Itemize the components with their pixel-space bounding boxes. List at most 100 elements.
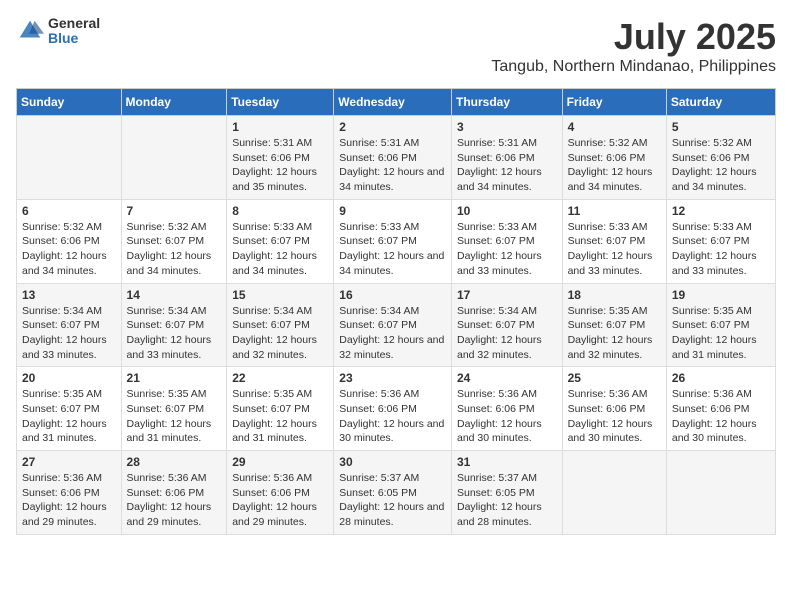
page-header: General Blue July 2025 Tangub, Northern … [16,16,776,76]
header-day-thursday: Thursday [451,89,562,116]
calendar-cell: 12 Sunrise: 5:33 AM Sunset: 6:07 PM Dayli… [666,199,775,283]
day-info: Sunrise: 5:33 AM Sunset: 6:07 PM Dayligh… [339,220,446,279]
logo-text: General Blue [48,16,100,47]
logo-general: General [48,16,100,31]
calendar-cell: 10 Sunrise: 5:33 AM Sunset: 6:07 PM Dayli… [451,199,562,283]
day-info: Sunrise: 5:35 AM Sunset: 6:07 PM Dayligh… [568,304,661,363]
calendar-cell: 26Sunrise: 5:36 AM Sunset: 6:06 PM Dayli… [666,367,775,451]
day-number: 4 [568,120,661,134]
day-info: Sunrise: 5:34 AM Sunset: 6:07 PM Dayligh… [457,304,557,363]
calendar-cell: 22Sunrise: 5:35 AM Sunset: 6:07 PM Dayli… [227,367,334,451]
calendar-cell: 29Sunrise: 5:36 AM Sunset: 6:06 PM Dayli… [227,451,334,535]
day-info: Sunrise: 5:31 AM Sunset: 6:06 PM Dayligh… [232,136,328,195]
day-info: Sunrise: 5:33 AM Sunset: 6:07 PM Dayligh… [457,220,557,279]
day-info: Sunrise: 5:36 AM Sunset: 6:06 PM Dayligh… [568,387,661,446]
calendar-cell: 13 Sunrise: 5:34 AM Sunset: 6:07 PM Dayli… [17,283,122,367]
header-day-tuesday: Tuesday [227,89,334,116]
calendar-cell: 19 Sunrise: 5:35 AM Sunset: 6:07 PM Dayli… [666,283,775,367]
day-number: 24 [457,371,557,385]
day-number: 1 [232,120,328,134]
calendar-cell: 27Sunrise: 5:36 AM Sunset: 6:06 PM Dayli… [17,451,122,535]
main-title: July 2025 [491,16,776,58]
day-info: Sunrise: 5:32 AM Sunset: 6:06 PM Dayligh… [672,136,770,195]
day-info: Sunrise: 5:32 AM Sunset: 6:06 PM Dayligh… [568,136,661,195]
day-number: 30 [339,455,446,469]
calendar-cell: 18 Sunrise: 5:35 AM Sunset: 6:07 PM Dayli… [562,283,666,367]
calendar-cell: 31Sunrise: 5:37 AM Sunset: 6:05 PM Dayli… [451,451,562,535]
calendar-cell: 23 Sunrise: 5:36 AM Sunset: 6:06 PM Dayli… [334,367,452,451]
calendar-cell: 3 Sunrise: 5:31 AM Sunset: 6:06 PM Daylig… [451,116,562,200]
day-info: Sunrise: 5:31 AM Sunset: 6:06 PM Dayligh… [457,136,557,195]
day-number: 27 [22,455,116,469]
calendar-header-row: SundayMondayTuesdayWednesdayThursdayFrid… [17,89,776,116]
day-info: Sunrise: 5:37 AM Sunset: 6:05 PM Dayligh… [457,471,557,530]
day-info: Sunrise: 5:32 AM Sunset: 6:07 PM Dayligh… [127,220,222,279]
header-day-saturday: Saturday [666,89,775,116]
header-day-monday: Monday [121,89,227,116]
day-number: 12 [672,204,770,218]
day-info: Sunrise: 5:35 AM Sunset: 6:07 PM Dayligh… [127,387,222,446]
day-info: Sunrise: 5:36 AM Sunset: 6:06 PM Dayligh… [457,387,557,446]
calendar-cell: 20Sunrise: 5:35 AM Sunset: 6:07 PM Dayli… [17,367,122,451]
calendar-cell: 11 Sunrise: 5:33 AM Sunset: 6:07 PM Dayli… [562,199,666,283]
day-number: 3 [457,120,557,134]
calendar-cell: 24 Sunrise: 5:36 AM Sunset: 6:06 PM Dayli… [451,367,562,451]
calendar-cell: 9 Sunrise: 5:33 AM Sunset: 6:07 PM Daylig… [334,199,452,283]
calendar-cell: 16 Sunrise: 5:34 AM Sunset: 6:07 PM Dayli… [334,283,452,367]
day-info: Sunrise: 5:37 AM Sunset: 6:05 PM Dayligh… [339,471,446,530]
calendar-cell: 28Sunrise: 5:36 AM Sunset: 6:06 PM Dayli… [121,451,227,535]
calendar-week-5: 27 Sunrise: 5:36 AM Sunset: 6:06 PM Dayli… [17,451,776,535]
day-info: Sunrise: 5:34 AM Sunset: 6:07 PM Dayligh… [22,304,116,363]
day-info: Sunrise: 5:36 AM Sunset: 6:06 PM Dayligh… [127,471,222,530]
day-number: 16 [339,288,446,302]
day-number: 7 [127,204,222,218]
calendar-cell [562,451,666,535]
day-info: Sunrise: 5:31 AM Sunset: 6:06 PM Dayligh… [339,136,446,195]
day-number: 19 [672,288,770,302]
calendar-cell: 30 Sunrise: 5:37 AM Sunset: 6:05 PM Dayli… [334,451,452,535]
logo: General Blue [16,16,100,47]
calendar-cell: 4 Sunrise: 5:32 AM Sunset: 6:06 PM Daylig… [562,116,666,200]
calendar-week-3: 13 Sunrise: 5:34 AM Sunset: 6:07 PM Dayli… [17,283,776,367]
header-day-wednesday: Wednesday [334,89,452,116]
calendar-cell: 15 Sunrise: 5:34 AM Sunset: 6:07 PM Dayli… [227,283,334,367]
calendar-cell [666,451,775,535]
day-number: 18 [568,288,661,302]
calendar-cell: 1 Sunrise: 5:31 AM Sunset: 6:06 PM Daylig… [227,116,334,200]
day-info: Sunrise: 5:34 AM Sunset: 6:07 PM Dayligh… [339,304,446,363]
day-number: 13 [22,288,116,302]
title-section: July 2025 Tangub, Northern Mindanao, Phi… [491,16,776,76]
calendar-table: SundayMondayTuesdayWednesdayThursdayFrid… [16,88,776,535]
day-number: 11 [568,204,661,218]
logo-blue: Blue [48,31,100,46]
day-info: Sunrise: 5:34 AM Sunset: 6:07 PM Dayligh… [127,304,222,363]
day-number: 26 [672,371,770,385]
day-number: 10 [457,204,557,218]
calendar-cell: 21Sunrise: 5:35 AM Sunset: 6:07 PM Dayli… [121,367,227,451]
day-info: Sunrise: 5:35 AM Sunset: 6:07 PM Dayligh… [232,387,328,446]
day-number: 23 [339,371,446,385]
day-number: 6 [22,204,116,218]
day-info: Sunrise: 5:33 AM Sunset: 6:07 PM Dayligh… [672,220,770,279]
calendar-cell: 7 Sunrise: 5:32 AM Sunset: 6:07 PM Daylig… [121,199,227,283]
day-info: Sunrise: 5:34 AM Sunset: 6:07 PM Dayligh… [232,304,328,363]
calendar-week-4: 20 Sunrise: 5:35 AM Sunset: 6:07 PM Dayli… [17,367,776,451]
day-info: Sunrise: 5:32 AM Sunset: 6:06 PM Dayligh… [22,220,116,279]
day-number: 5 [672,120,770,134]
day-number: 25 [568,371,661,385]
calendar-cell: 6 Sunrise: 5:32 AM Sunset: 6:06 PM Daylig… [17,199,122,283]
calendar-week-1: 1 Sunrise: 5:31 AM Sunset: 6:06 PM Daylig… [17,116,776,200]
day-number: 15 [232,288,328,302]
day-number: 17 [457,288,557,302]
subtitle: Tangub, Northern Mindanao, Philippines [491,58,776,76]
day-info: Sunrise: 5:36 AM Sunset: 6:06 PM Dayligh… [339,387,446,446]
day-number: 9 [339,204,446,218]
calendar-cell [17,116,122,200]
day-number: 14 [127,288,222,302]
calendar-week-2: 6 Sunrise: 5:32 AM Sunset: 6:06 PM Daylig… [17,199,776,283]
day-number: 20 [22,371,116,385]
day-info: Sunrise: 5:36 AM Sunset: 6:06 PM Dayligh… [232,471,328,530]
day-info: Sunrise: 5:33 AM Sunset: 6:07 PM Dayligh… [568,220,661,279]
day-info: Sunrise: 5:35 AM Sunset: 6:07 PM Dayligh… [672,304,770,363]
calendar-cell: 25 Sunrise: 5:36 AM Sunset: 6:06 PM Dayli… [562,367,666,451]
